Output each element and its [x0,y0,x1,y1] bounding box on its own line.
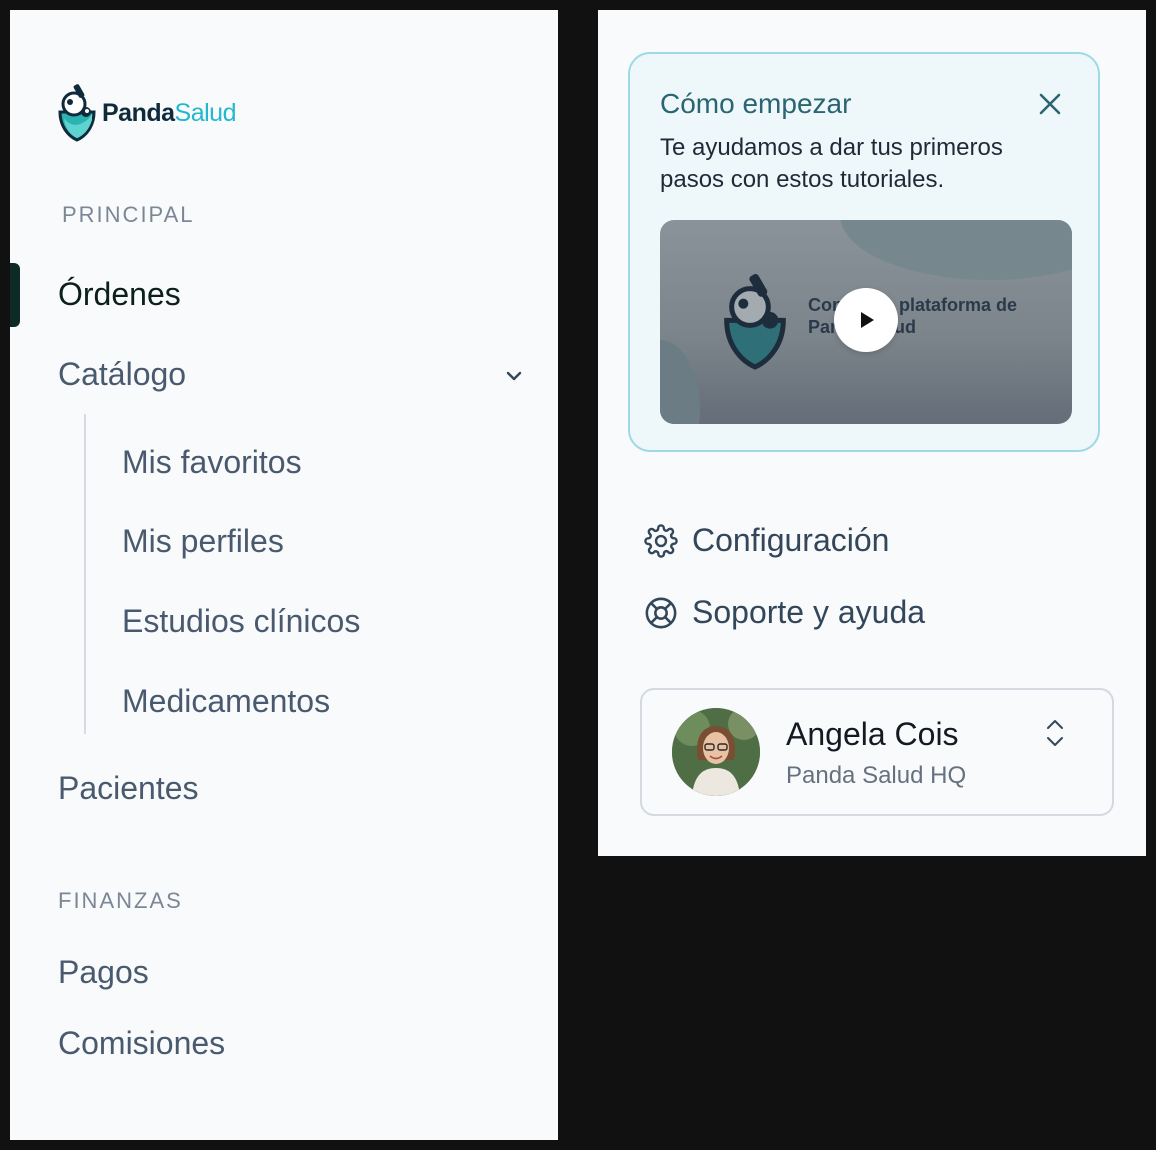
brand-logo[interactable]: PandaSalud [56,82,236,144]
lifebuoy-icon [645,597,677,628]
sidebar-item-comisiones[interactable]: Comisiones [58,1025,225,1062]
play-button[interactable] [834,288,898,352]
card-description: Te ayudamos a dar tus primeros pasos con… [660,134,1003,193]
play-icon [861,312,874,328]
close-icon[interactable] [1036,90,1064,118]
user-organization: Panda Salud HQ [786,762,967,789]
avatar [672,708,760,796]
video-decoration-2 [660,340,700,424]
panda-logo-icon [724,273,786,370]
avatar-image [672,708,760,796]
sidebar-panel: PandaSalud PRINCIPAL Órdenes Catálogo Mi… [10,10,558,1140]
user-name: Angela Cois [786,716,959,752]
video-decoration [840,220,1072,280]
settings-link[interactable]: Configuración [644,522,889,559]
sidebar-item-ordenes[interactable]: Órdenes [58,276,181,313]
chevron-down-icon[interactable] [504,366,524,386]
card-title: Cómo empezar [660,88,852,119]
sidebar-subitem-favoritos[interactable]: Mis favoritos [122,444,302,481]
sidebar-item-pagos[interactable]: Pagos [58,954,149,991]
section-label-principal: PRINCIPAL [62,202,195,227]
brand-name: PandaSalud [102,98,236,127]
sidebar-item-pacientes[interactable]: Pacientes [58,770,199,807]
support-link[interactable]: Soporte y ayuda [644,594,925,631]
gear-icon [644,523,678,558]
active-indicator [10,263,20,327]
support-label: Soporte y ayuda [692,594,926,630]
tutorial-video[interactable]: Conoce la plataforma de Panda Salud [660,220,1072,424]
chevron-up-down-icon[interactable] [1042,716,1068,750]
section-label-finanzas: FINANZAS [58,888,183,913]
user-account-switcher[interactable]: Angela Cois Panda Salud HQ [640,688,1114,816]
sidebar-item-catalogo[interactable]: Catálogo [58,356,186,393]
sidebar-subitem-estudios[interactable]: Estudios clínicos [122,603,360,640]
sidebar-subitem-perfiles[interactable]: Mis perfiles [122,523,284,560]
submenu-divider [84,414,86,734]
sidebar-subitem-medicamentos[interactable]: Medicamentos [122,683,330,720]
getting-started-card: Cómo empezar Te ayudamos a dar tus prime… [628,52,1100,452]
settings-label: Configuración [692,522,890,558]
panda-logo-icon [58,84,96,142]
sidebar-footer-panel: Cómo empezar Te ayudamos a dar tus prime… [598,10,1146,856]
